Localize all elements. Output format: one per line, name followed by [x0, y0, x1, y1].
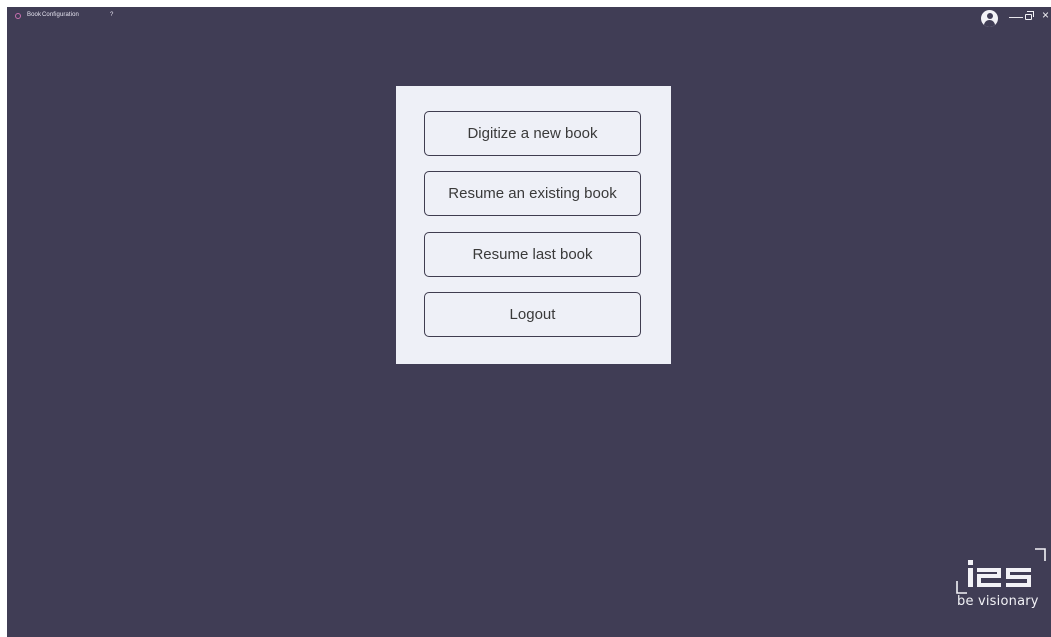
- app-window: Book Configuration ? — × Digitize a new …: [7, 7, 1051, 637]
- title-bar: Book Configuration ? — ×: [7, 7, 1051, 27]
- close-button[interactable]: ×: [1042, 8, 1049, 22]
- app-icon: [15, 13, 21, 19]
- i2s-logo-mark: [956, 548, 1046, 594]
- start-menu-panel: Digitize a new book Resume an existing b…: [396, 86, 671, 364]
- digitize-new-book-button[interactable]: Digitize a new book: [424, 111, 641, 156]
- brand-tagline: be visionary: [957, 594, 1039, 609]
- resume-last-book-button[interactable]: Resume last book: [424, 232, 641, 277]
- restore-button[interactable]: [1025, 11, 1034, 20]
- i2s-logo: be visionary: [951, 545, 1049, 625]
- menu-book[interactable]: Book: [27, 12, 41, 18]
- user-icon[interactable]: [981, 10, 998, 27]
- resume-existing-book-button[interactable]: Resume an existing book: [424, 171, 641, 216]
- menu-help[interactable]: ?: [110, 12, 113, 18]
- logout-button[interactable]: Logout: [424, 292, 641, 337]
- minimize-button[interactable]: —: [1009, 8, 1023, 24]
- menu-configuration[interactable]: Configuration: [42, 12, 79, 18]
